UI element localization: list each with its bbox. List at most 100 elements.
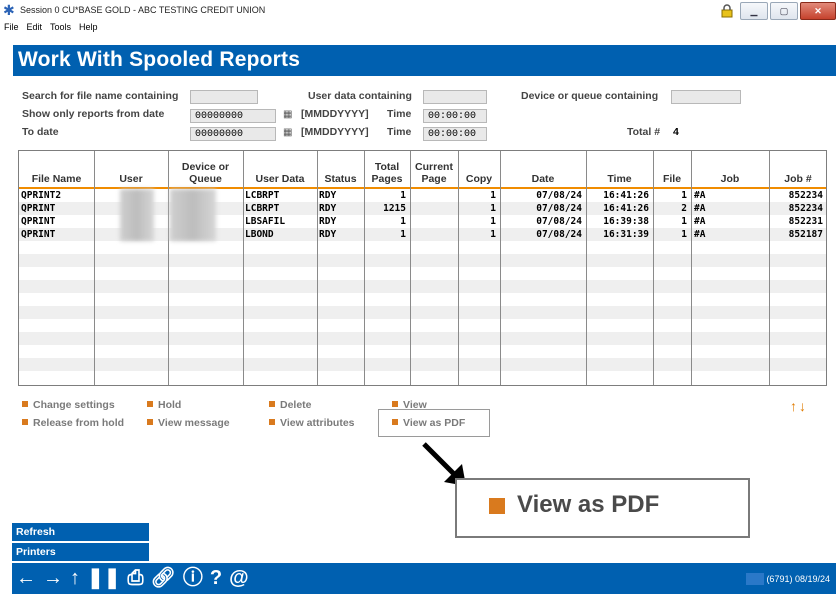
col-user-data[interactable]: User Data <box>243 151 317 187</box>
help-icon[interactable]: ? <box>210 567 222 589</box>
release-from-hold-button[interactable]: Release from hold <box>22 417 124 429</box>
table-header: File Name User Device or Queue User Data… <box>19 151 826 189</box>
delete-button[interactable]: Delete <box>269 399 312 411</box>
cell-job: #A <box>694 203 706 214</box>
col-status[interactable]: Status <box>317 151 364 187</box>
view-attributes-button[interactable]: View attributes <box>269 417 355 429</box>
calendar-icon[interactable]: ▦ <box>283 109 295 121</box>
col-date[interactable]: Date <box>500 151 586 187</box>
cell-time: 16:31:39 <box>603 229 649 240</box>
col-copy[interactable]: Copy <box>458 151 500 187</box>
table-row <box>19 280 826 293</box>
redacted-user <box>120 189 154 241</box>
cell-date: 07/08/24 <box>536 203 582 214</box>
menu-edit[interactable]: Edit <box>27 22 43 32</box>
status-readout: (6791) 08/19/24 <box>746 573 830 585</box>
from-time-input[interactable]: 00:00:00 <box>423 109 487 123</box>
cell-copy: 1 <box>490 229 496 240</box>
cell-user-data: LCBRPT <box>245 203 280 214</box>
menu-bar: File Edit Tools Help <box>0 22 840 36</box>
col-file-name[interactable]: File Name <box>19 151 94 187</box>
to-date-label: To date <box>22 126 59 138</box>
cell-status: RDY <box>319 216 337 227</box>
file-name-search-input[interactable] <box>190 90 258 104</box>
print-icon[interactable]: ⎙ <box>128 567 144 589</box>
callout-bullet <box>489 498 505 514</box>
window-title: Session 0 CU*BASE GOLD - ABC TESTING CRE… <box>20 5 266 15</box>
cell-status: RDY <box>319 229 337 240</box>
info-icon[interactable]: ⓘ <box>183 567 203 589</box>
refresh-button[interactable]: Refresh <box>12 523 149 541</box>
table-row <box>19 319 826 332</box>
maximize-button[interactable]: ▢ <box>770 2 798 20</box>
from-time-label: Time <box>387 108 412 120</box>
pause-icon[interactable]: ❚❚ <box>87 567 121 589</box>
col-time[interactable]: Time <box>586 151 653 187</box>
hold-button[interactable]: Hold <box>147 399 181 411</box>
col-device[interactable]: Device or Queue <box>168 151 243 187</box>
callout-text: View as PDF <box>517 491 660 518</box>
menu-help[interactable]: Help <box>79 22 98 32</box>
forward-arrow-icon[interactable]: → <box>43 567 63 589</box>
table-row <box>19 267 826 280</box>
cell-file-name: QPRINT <box>21 203 56 214</box>
table-row <box>19 241 826 254</box>
cell-total-pages: 1 <box>400 190 406 201</box>
calendar-icon[interactable]: ▦ <box>283 127 295 139</box>
to-time-label: Time <box>387 126 412 138</box>
col-user[interactable]: User <box>94 151 168 187</box>
page-arrows: ↑↓ <box>790 398 808 414</box>
col-current-page[interactable]: Current Page <box>410 151 458 187</box>
view-message-button[interactable]: View message <box>147 417 230 429</box>
table-row <box>19 345 826 358</box>
col-job[interactable]: Job <box>691 151 769 187</box>
table-row <box>19 306 826 319</box>
col-file[interactable]: File <box>653 151 691 187</box>
lock-icon <box>721 4 733 18</box>
cell-user-data: LBOND <box>245 229 274 240</box>
cell-job-no: 852234 <box>788 190 823 201</box>
cell-date: 07/08/24 <box>536 216 582 227</box>
change-settings-button[interactable]: Change settings <box>22 399 115 411</box>
col-total-pages[interactable]: Total Pages <box>364 151 410 187</box>
table-row <box>19 254 826 267</box>
menu-file[interactable]: File <box>4 22 19 32</box>
cell-status: RDY <box>319 203 337 214</box>
table-row <box>19 371 826 384</box>
page-down-arrow-icon[interactable]: ↓ <box>799 398 808 414</box>
cell-time: 16:41:26 <box>603 203 649 214</box>
cell-status: RDY <box>319 190 337 201</box>
cell-total-pages: 1 <box>400 229 406 240</box>
total-count: 4 <box>673 126 679 138</box>
close-button[interactable]: ✕ <box>800 2 836 20</box>
col-job-number[interactable]: Job # <box>769 151 826 187</box>
from-date-format: [MMDDYYYY] <box>301 108 369 120</box>
file-name-search-label: Search for file name containing <box>22 90 179 102</box>
footer-bar: ← → ↑ ❚❚ ⎙ 🔗︎ ⓘ ? @ (6791) 08/19/24 <box>12 563 836 594</box>
menu-tools[interactable]: Tools <box>50 22 71 32</box>
cell-job-no: 852187 <box>788 229 823 240</box>
up-arrow-icon[interactable]: ↑ <box>70 567 80 589</box>
printers-button[interactable]: Printers <box>12 543 149 561</box>
link-icon[interactable]: 🔗︎ <box>151 567 176 589</box>
device-search-input[interactable] <box>671 90 741 104</box>
cell-copy: 1 <box>490 203 496 214</box>
cell-file: 1 <box>681 216 687 227</box>
cell-job-no: 852234 <box>788 203 823 214</box>
user-data-search-input[interactable] <box>423 90 487 104</box>
to-time-input[interactable]: 00:00:00 <box>423 127 487 141</box>
back-arrow-icon[interactable]: ← <box>16 567 36 589</box>
cell-file: 2 <box>681 203 687 214</box>
user-data-search-label: User data containing <box>308 90 412 102</box>
view-as-pdf-highlight <box>378 409 490 437</box>
page-up-arrow-icon[interactable]: ↑ <box>790 398 799 414</box>
cell-date: 07/08/24 <box>536 190 582 201</box>
from-date-input[interactable]: 00000000 <box>190 109 276 123</box>
cell-job-no: 852231 <box>788 216 823 227</box>
minimize-button[interactable]: ▁ <box>740 2 768 20</box>
cell-file-name: QPRINT2 <box>21 190 62 201</box>
to-date-input[interactable]: 00000000 <box>190 127 276 141</box>
at-icon[interactable]: @ <box>229 567 249 589</box>
page-title: Work With Spooled Reports <box>18 48 301 71</box>
cell-time: 16:41:26 <box>603 190 649 201</box>
